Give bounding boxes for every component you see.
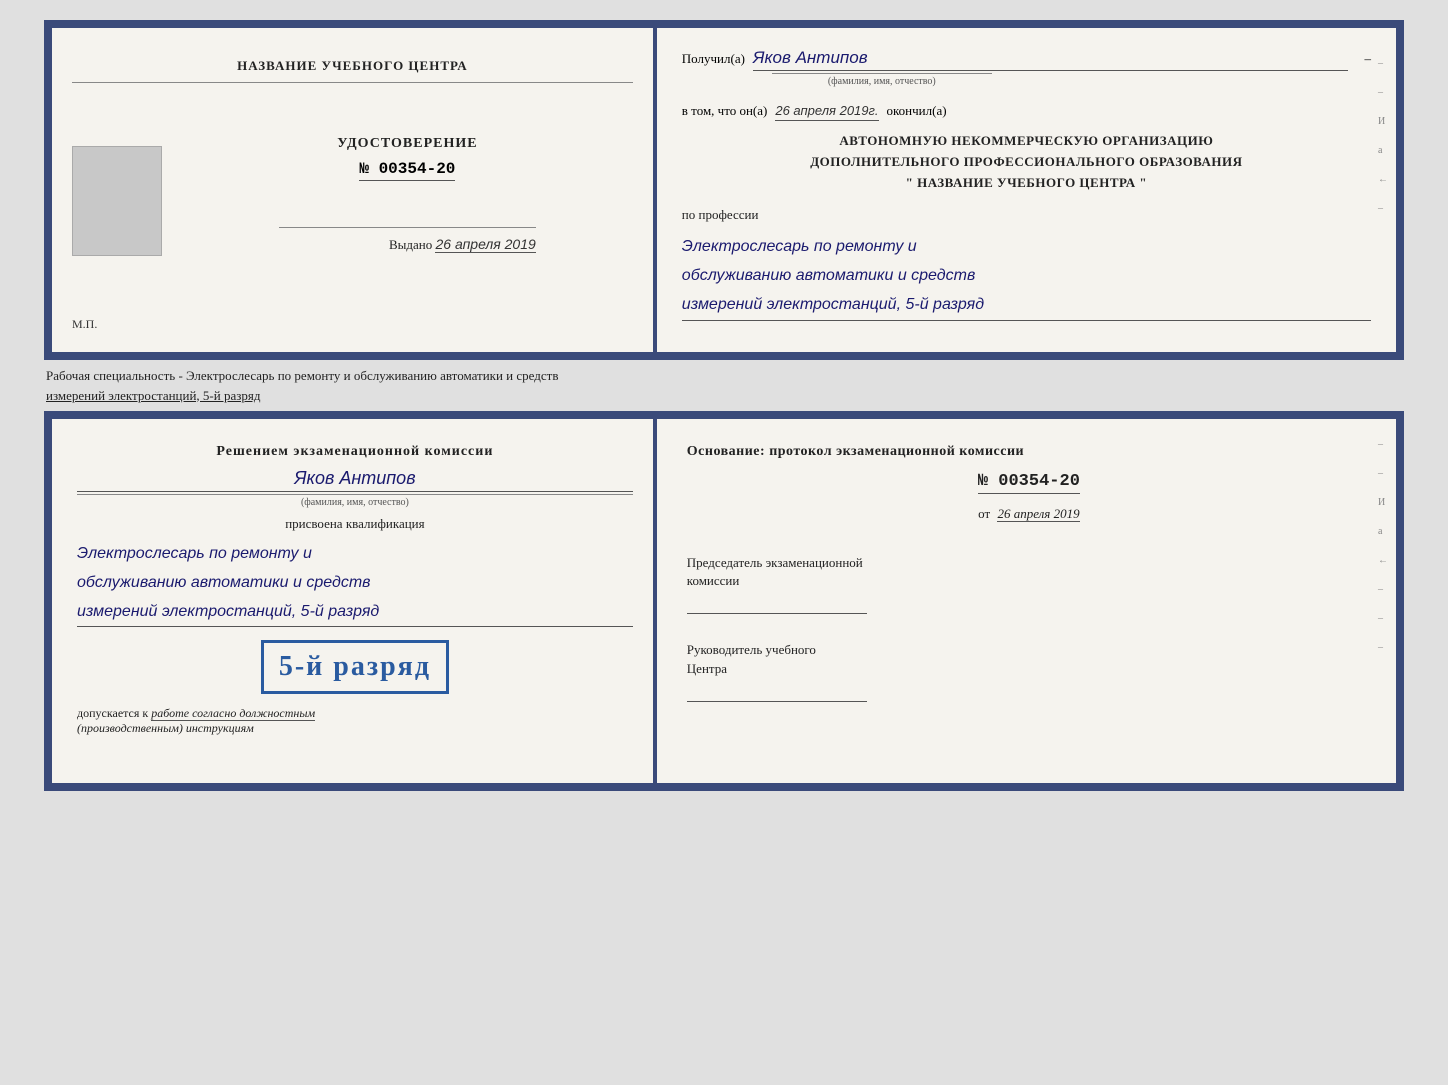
osnov-title: Основание: протокол экзаменационной коми…: [687, 444, 1371, 460]
ot-date: от 26 апреля 2019: [978, 506, 1079, 522]
received-label: Получил(а): [682, 51, 745, 67]
date-value: 26 апреля 2019г.: [775, 103, 878, 121]
photo-placeholder: [72, 146, 162, 256]
recipient-name: Яков Антипов: [753, 48, 1349, 71]
middle-text-block: Рабочая специальность - Электрослесарь п…: [44, 360, 1404, 411]
org-description: АВТОНОМНУЮ НЕКОММЕРЧЕСКУЮ ОРГАНИЗАЦИЮ ДО…: [682, 131, 1371, 193]
issued-date: 26 апреля 2019: [435, 236, 535, 253]
chairman-signature-line: [687, 594, 867, 614]
top-left-panel: НАЗВАНИЕ УЧЕБНОГО ЦЕНТРА УДОСТОВЕРЕНИЕ №…: [52, 28, 657, 352]
head-title: Руководитель учебного Центра: [687, 641, 1371, 677]
commission-title: Решением экзаменационной комиссии: [77, 444, 633, 460]
allows-text: работе согласно должностным: [151, 706, 315, 721]
profession-label: по профессии: [682, 207, 1371, 223]
cert-center: УДОСТОВЕРЕНИЕ № 00354-20 Выдано 26 апрел…: [169, 83, 536, 307]
cert-number: № 00354-20: [359, 160, 455, 181]
chairman-title: Председатель экзаменационной комиссии: [687, 554, 1371, 590]
middle-text-line1: Рабочая специальность - Электрослесарь п…: [46, 366, 1402, 386]
profession-text: Электрослесарь по ремонту и обслуживанию…: [682, 233, 1371, 320]
top-right-panel: Получил(а) Яков Антипов – (фамилия, имя,…: [657, 28, 1396, 352]
middle-text-line2: измерений электростанций, 5-й разряд: [46, 386, 1402, 406]
person-name-bottom: Яков Антипов: [77, 468, 633, 492]
allows-block: допускается к работе согласно должностны…: [77, 706, 633, 736]
head-signature-line: [687, 682, 867, 702]
qualification-label: присвоена квалификация: [77, 516, 633, 532]
top-document: НАЗВАНИЕ УЧЕБНОГО ЦЕНТРА УДОСТОВЕРЕНИЕ №…: [44, 20, 1404, 360]
cert-label: УДОСТОВЕРЕНИЕ: [337, 136, 477, 152]
bottom-right-panel: Основание: протокол экзаменационной коми…: [657, 419, 1396, 783]
fio-sublabel-top: (фамилия, имя, отчество): [772, 73, 992, 87]
side-decorations-top: – – И а ← –: [1378, 58, 1388, 214]
mp-label: М.П.: [72, 317, 97, 332]
chairman-block: Председатель экзаменационной комиссии: [687, 554, 1371, 614]
qualification-text: Электрослесарь по ремонту и обслуживанию…: [77, 540, 633, 627]
bottom-left-panel: Решением экзаменационной комиссии Яков А…: [52, 419, 657, 783]
ot-date-value: 26 апреля 2019: [997, 506, 1079, 522]
org-title-top: НАЗВАНИЕ УЧЕБНОГО ЦЕНТРА: [72, 58, 633, 83]
document-wrapper: НАЗВАНИЕ УЧЕБНОГО ЦЕНТРА УДОСТОВЕРЕНИЕ №…: [44, 20, 1404, 791]
fio-sublabel-bottom: (фамилия, имя, отчество): [77, 494, 633, 508]
rank-badge: 5-й разряд: [261, 640, 449, 694]
protocol-number: № 00354-20: [978, 472, 1080, 494]
bottom-document: Решением экзаменационной комиссии Яков А…: [44, 411, 1404, 791]
date-suffix: окончил(а): [887, 103, 947, 119]
side-decorations-bottom: – – И а ← – – –: [1378, 439, 1388, 653]
date-prefix: в том, что он(а): [682, 103, 768, 119]
head-block: Руководитель учебного Центра: [687, 641, 1371, 701]
issued-label: Выдано 26 апреля 2019: [389, 236, 536, 255]
allows-text2: (производственным) инструкциям: [77, 721, 633, 736]
